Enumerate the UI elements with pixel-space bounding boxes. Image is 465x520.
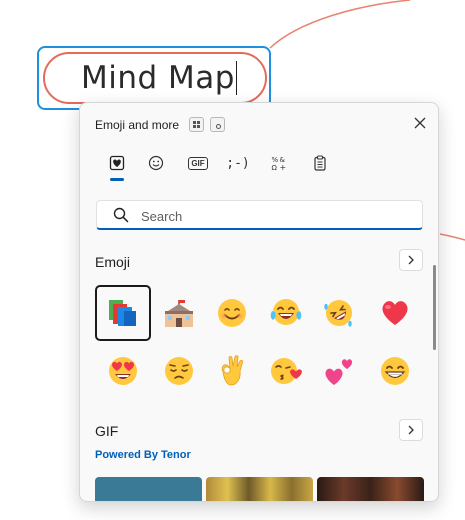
gif-thumbnail[interactable] — [95, 477, 202, 501]
rofl-icon — [324, 300, 352, 327]
section-title-emoji: Emoji — [95, 254, 131, 270]
emoji-books[interactable] — [95, 285, 151, 341]
ok-hand-icon — [221, 355, 244, 386]
school-icon — [165, 300, 193, 327]
smiling-face-icon — [218, 299, 246, 327]
node-text-editor[interactable]: Mind Map — [81, 60, 238, 96]
heart-tab-icon — [109, 155, 125, 171]
emoji-pensive-face[interactable] — [151, 343, 207, 399]
chevron-right-icon — [408, 255, 414, 265]
grinning-face-icon — [381, 357, 409, 385]
emoji-face-with-tears-of-joy[interactable] — [258, 285, 314, 341]
emoji-more-button[interactable] — [399, 249, 423, 271]
tab-smiley[interactable] — [142, 151, 170, 175]
period-key-icon — [210, 117, 225, 132]
tab-symbols[interactable]: % & Ω + — [265, 151, 293, 175]
kaomoji-tab-icon: ;-) — [226, 155, 250, 171]
emoji-grinning-face[interactable] — [367, 343, 423, 399]
search-icon — [113, 207, 129, 223]
emoji-face-blowing-kiss[interactable] — [258, 343, 314, 399]
emoji-panel: Emoji and more GIF ;-) % & Ω + Search Em… — [79, 102, 439, 502]
emoji-rolling-on-the-floor-laughing[interactable] — [311, 285, 367, 341]
section-title-gif: GIF — [95, 423, 119, 439]
search-input[interactable] — [141, 206, 411, 226]
tab-kaomoji[interactable]: ;-) — [224, 151, 252, 175]
face-blowing-kiss-icon — [271, 358, 302, 384]
two-hearts-icon — [325, 359, 353, 385]
tab-clipboard[interactable] — [306, 151, 334, 175]
scrollbar-thumb[interactable] — [433, 265, 436, 350]
emoji-ok-hand[interactable] — [204, 343, 260, 399]
emoji-smiling-face-with-heart-eyes[interactable] — [95, 343, 151, 399]
tab-emoji[interactable] — [103, 151, 131, 181]
gif-thumbnail[interactable] — [206, 477, 313, 501]
heart-eyes-icon — [109, 357, 137, 385]
emoji-smiling-face[interactable] — [204, 285, 260, 341]
svg-text:%: % — [272, 156, 279, 164]
pensive-face-icon — [165, 357, 193, 385]
connector-line-top — [269, 0, 411, 49]
emoji-two-hearts[interactable] — [311, 343, 367, 399]
mind-map-root-node[interactable]: Mind Map — [43, 52, 267, 104]
symbols-tab-icon: % & Ω + — [272, 156, 287, 171]
panel-title: Emoji and more — [95, 118, 180, 132]
connector-line-right — [439, 233, 465, 241]
gif-more-button[interactable] — [399, 419, 423, 441]
chevron-right-icon — [408, 425, 414, 435]
svg-text:+: + — [280, 163, 287, 171]
close-icon — [414, 117, 426, 129]
books-icon — [109, 300, 136, 326]
gif-tab-icon: GIF — [188, 156, 208, 170]
red-heart-icon — [382, 301, 408, 325]
tears-of-joy-icon — [270, 299, 302, 325]
search-box[interactable] — [96, 200, 423, 230]
svg-text:Ω: Ω — [272, 164, 278, 171]
tab-gif[interactable]: GIF — [184, 151, 212, 175]
text-caret — [235, 61, 238, 95]
windows-key-icon — [189, 117, 204, 132]
emoji-school[interactable] — [151, 285, 207, 341]
emoji-red-heart[interactable] — [367, 285, 423, 341]
gif-thumbnail[interactable] — [317, 477, 424, 501]
powered-by-tenor-link[interactable]: Powered By Tenor — [95, 449, 191, 461]
close-button[interactable] — [410, 113, 430, 133]
smiley-tab-icon — [148, 155, 164, 171]
clipboard-tab-icon — [314, 155, 326, 171]
